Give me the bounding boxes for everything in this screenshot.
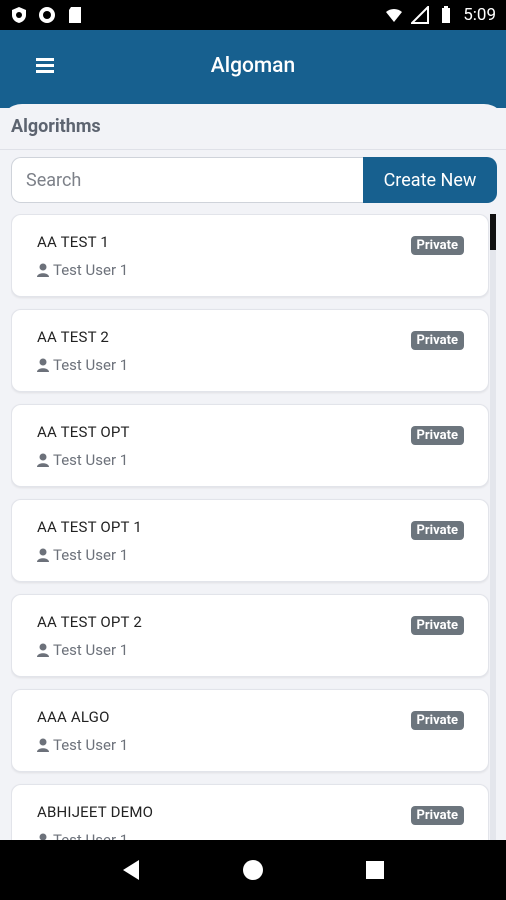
algorithm-owner: Test User 1 [37,641,128,659]
user-icon [37,643,49,657]
algorithm-name: AA TEST 2 [37,328,109,346]
section-title: Algorithms [11,116,101,137]
algorithm-owner: Test User 1 [37,451,128,469]
status-bar: 5:09 [0,0,506,30]
algorithm-owner: Test User 1 [37,831,128,840]
app-title: Algoman [210,54,296,78]
sd-card-icon [69,7,81,23]
status-badge: Private [410,426,464,445]
list-item[interactable]: AA TEST OPT Test User 1 Private [11,404,489,487]
owner-name: Test User 1 [53,641,129,659]
owner-name: Test User 1 [53,451,129,469]
signal-icon [411,6,430,24]
list-item[interactable]: AA TEST 2 Test User 1 Private [11,309,489,392]
user-icon [37,358,49,372]
create-new-button[interactable]: Create New [363,157,497,203]
status-badge: Private [410,236,464,255]
list-item[interactable]: ABHIJEET DEMO Test User 1 Private [11,784,489,840]
status-badge: Private [410,331,464,350]
algorithm-name: AA TEST OPT 1 [37,518,142,536]
list-item[interactable]: AA TEST OPT 2 Test User 1 Private [11,594,489,677]
user-icon [37,263,49,277]
algorithm-name: AA TEST OPT [37,423,130,441]
status-time: 5:09 [463,5,496,25]
status-system: 5:09 [385,5,496,25]
owner-name: Test User 1 [53,546,129,564]
battery-icon [442,6,451,23]
record-icon [39,7,55,23]
user-icon [37,453,49,467]
user-icon [39,833,47,840]
algorithm-owner: Test User 1 [37,261,128,279]
back-icon[interactable] [116,855,146,885]
list-item[interactable]: AA TEST OPT 1 Test User 1 Private [11,499,489,582]
search-input[interactable] [11,157,363,203]
algorithm-name: AA TEST 1 [37,233,109,251]
list-scrollbar[interactable] [490,214,496,840]
content-sheet: Algorithms Create New AA TEST 1 Test Use… [0,104,506,840]
scrollbar-thumb[interactable] [490,214,496,250]
algorithm-list[interactable]: AA TEST 1 Test User 1 Private AA TEST 2 … [11,214,489,840]
algorithm-owner: Test User 1 [37,546,128,564]
algorithm-name: ABHIJEET DEMO [37,803,154,821]
shield-icon [12,7,26,23]
owner-name: Test User 1 [53,356,129,374]
list-item[interactable]: AAA ALGO Test User 1 Private [11,689,489,772]
app-screen: 5:09 Algoman Algorithms Create New AA TE… [0,0,506,900]
algorithm-owner: Test User 1 [37,736,128,754]
status-badge: Private [410,806,464,825]
owner-name: Test User 1 [53,831,129,840]
user-icon [37,738,49,752]
algorithm-name: AA TEST OPT 2 [37,613,142,631]
status-badge: Private [410,521,464,540]
status-badge: Private [410,616,464,635]
status-badge: Private [410,711,464,730]
section-header: Algorithms [0,104,506,150]
owner-name: Test User 1 [53,261,129,279]
owner-name: Test User 1 [53,736,129,754]
wifi-icon [386,8,403,22]
home-icon[interactable] [238,855,268,885]
system-nav-bar [0,840,506,900]
algorithm-owner: Test User 1 [37,356,128,374]
search-row: Create New [11,157,497,203]
algorithm-name: AAA ALGO [37,708,110,726]
user-icon [37,548,49,562]
app-bar: Algoman [0,30,506,108]
status-notifications [10,6,84,24]
list-item[interactable]: AA TEST 1 Test User 1 Private [11,214,489,297]
recents-icon[interactable] [360,855,390,885]
